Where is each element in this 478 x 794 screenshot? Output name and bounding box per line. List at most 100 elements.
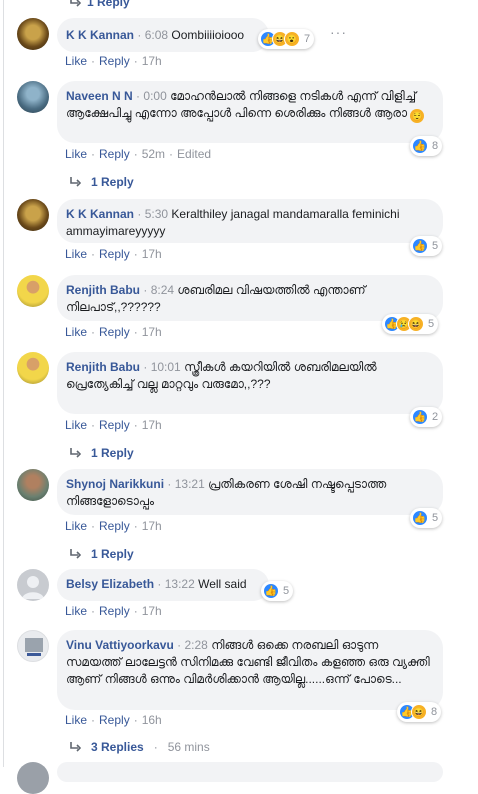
replies-age: 56 mins [167,740,210,754]
edited-label[interactable]: Edited [177,147,211,161]
video-timestamp[interactable]: 10:01 [151,360,181,374]
reaction-summary[interactable]: 👍 8 [410,136,443,156]
separator: · [133,325,138,339]
reply-arrow-icon [70,448,81,458]
reaction-summary[interactable]: 👍 😆 8 [397,702,442,722]
like-link[interactable]: Like [65,418,87,432]
comment-bubble: Belsy Elizabeth · 13:22 Well said [57,569,269,601]
like-reaction-icon: 👍 [263,583,279,599]
replies-link[interactable]: 3 Replies · 56 mins [70,740,210,754]
profile-picture-icon [25,638,43,656]
like-link[interactable]: Like [65,713,87,727]
comment-bubble: Shynoj Narikkuni · 13:21 പ്രതികരണ ശേഷി ന… [57,469,443,515]
reply-link[interactable]: Reply [99,713,130,727]
avatar[interactable] [17,569,49,601]
like-link[interactable]: Like [65,325,87,339]
avatar[interactable] [17,469,49,501]
reply-arrow-icon [70,742,81,752]
separator: · [91,54,96,68]
avatar[interactable] [17,352,49,384]
comment-actions: Like · Reply · 17h [65,54,162,68]
avatar[interactable] [17,81,49,113]
reaction-summary[interactable]: 👍 5 [261,581,294,601]
comment-author[interactable]: Shynoj Narikkuni [66,477,164,491]
reaction-summary[interactable]: 👍 😆 😮 7 [258,29,315,49]
comment-author[interactable]: Renjith Babu [66,360,140,374]
avatar[interactable] [17,199,49,231]
comment-author[interactable]: K K Kannan [66,28,134,42]
video-timestamp[interactable]: 6:08 [145,28,168,42]
video-timestamp[interactable]: 13:21 [175,477,205,491]
comment-age[interactable]: 17h [142,247,162,261]
separator: · [137,207,145,221]
reaction-count: 5 [432,240,439,252]
comment-actions: Like · Reply · 17h [65,418,162,432]
comment-author[interactable]: Renjith Babu [66,283,140,297]
reply-link[interactable]: Reply [99,54,130,68]
video-timestamp[interactable]: 13:22 [165,577,195,591]
separator: · [133,54,138,68]
comment-age[interactable]: 17h [142,519,162,533]
replies-link[interactable]: 1 Reply [70,0,130,9]
comment-age[interactable]: 52m [142,147,165,161]
like-link[interactable]: Like [65,604,87,618]
avatar[interactable] [17,18,49,50]
haha-reaction-icon: 😆 [411,704,427,720]
comment-bubble: K K Kannan · 6:08 Oombiiiioiooo [57,18,269,52]
comment-age[interactable]: 17h [142,418,162,432]
replies-link-label: 1 Reply [87,0,130,9]
comment-age[interactable]: 17h [142,325,162,339]
reaction-summary[interactable]: 👍 2 [410,407,443,427]
haha-reaction-icon: 😆 [408,316,424,332]
reaction-summary[interactable]: 👍 5 [410,508,443,528]
reaction-summary[interactable]: 👍 5 [410,236,443,256]
comment-age[interactable]: 17h [142,54,162,68]
avatar[interactable] [17,275,49,307]
replies-link-label: 1 Reply [91,547,134,561]
reaction-count: 8 [431,706,438,718]
reply-link[interactable]: Reply [99,247,130,261]
replies-link-label: 1 Reply [91,175,134,189]
comment-age[interactable]: 16h [142,713,162,727]
comment-actions: Like · Reply · 52m · Edited [65,147,211,161]
replies-link[interactable]: 1 Reply [70,547,134,561]
comment-author[interactable]: Belsy Elizabeth [66,577,154,591]
video-timestamp[interactable]: 2:28 [185,638,208,652]
replies-link[interactable]: 1 Reply [70,175,134,189]
like-link[interactable]: Like [65,54,87,68]
reaction-summary[interactable]: 👍 😢 😆 5 [382,314,439,334]
video-timestamp[interactable]: 0:00 [143,89,166,103]
replies-link-label: 3 Replies [91,740,144,754]
comment-age[interactable]: 17h [142,604,162,618]
video-timestamp[interactable]: 8:24 [151,283,174,297]
reply-link[interactable]: Reply [99,604,130,618]
reply-link[interactable]: Reply [99,325,130,339]
comment-actions: Like · Reply · 17h [65,519,162,533]
more-options-icon[interactable]: ··· [330,24,347,40]
reply-link[interactable]: Reply [99,147,130,161]
comment-actions: Like · Reply · 16h [65,713,162,727]
separator: · [133,604,138,618]
comment-bubble: Naveen N N · 0:00 മോഹൻലാൽ നിങ്ങളെ നടികൾ … [57,81,443,143]
like-link[interactable]: Like [65,247,87,261]
comment-author[interactable]: Naveen N N [66,89,133,103]
separator: · [153,740,158,754]
like-link[interactable]: Like [65,147,87,161]
default-avatar-icon [22,576,44,599]
reply-arrow-icon [70,0,81,7]
reply-link[interactable]: Reply [99,519,130,533]
reaction-count: 5 [432,512,439,524]
like-reaction-icon: 👍 [412,138,428,154]
replies-link[interactable]: 1 Reply [70,446,134,460]
relieved-emoji-icon: 😌 [410,109,425,123]
avatar[interactable] [17,630,49,662]
separator: · [133,519,138,533]
separator: · [91,247,96,261]
video-timestamp[interactable]: 5:30 [145,207,168,221]
like-link[interactable]: Like [65,519,87,533]
comment-author[interactable]: Vinu Vattiyoorkavu [66,638,174,652]
reply-link[interactable]: Reply [99,418,130,432]
comment-author[interactable]: K K Kannan [66,207,134,221]
separator: · [91,147,96,161]
separator: · [157,577,165,591]
